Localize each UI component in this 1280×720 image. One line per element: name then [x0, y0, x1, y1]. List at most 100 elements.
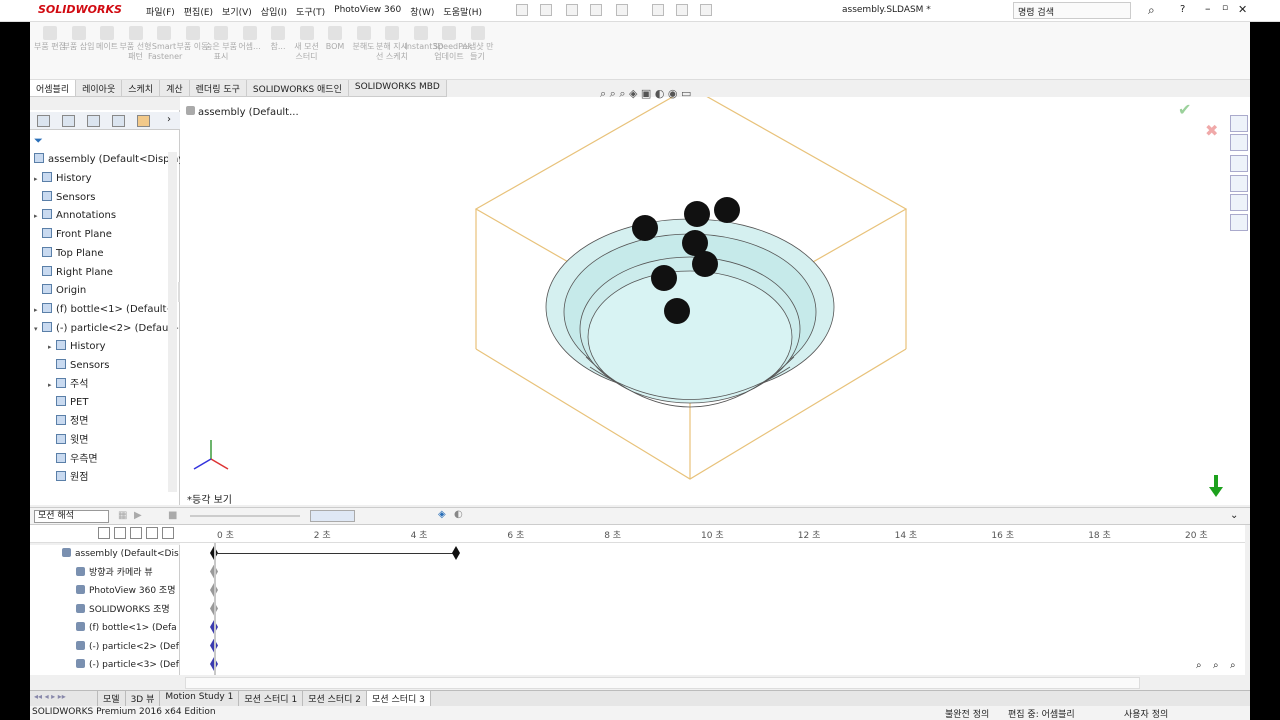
filter-driving-icon[interactable]: [114, 527, 126, 539]
dimxpert-tab-icon[interactable]: [112, 115, 125, 127]
command-button[interactable]: 새 모션 스터디: [291, 26, 323, 62]
menu-item[interactable]: 창(W): [410, 5, 434, 18]
print-icon[interactable]: [590, 4, 602, 16]
tree-item[interactable]: 우측면: [48, 451, 98, 469]
timeline[interactable]: [180, 543, 1245, 675]
tab[interactable]: 계산: [160, 80, 190, 96]
model-tab[interactable]: 모션 스터디 1: [239, 691, 304, 706]
motor-icon[interactable]: ◐: [454, 509, 463, 520]
tree-item[interactable]: Sensors: [34, 189, 96, 207]
filter-animated-icon[interactable]: [98, 527, 110, 539]
playback-slider[interactable]: [190, 515, 300, 517]
tab[interactable]: 렌더링 도구: [189, 80, 247, 96]
restore-icon[interactable]: ▫: [1222, 3, 1228, 13]
task-library-icon[interactable]: [1230, 155, 1248, 172]
tree-item[interactable]: ▸ (f) bottle<1> (Default<: [34, 301, 175, 319]
expand-icon[interactable]: ▸: [34, 301, 42, 319]
zoom-fit-icon[interactable]: ⌕: [1230, 660, 1236, 671]
command-button[interactable]: 참...: [262, 26, 294, 52]
options-icon[interactable]: [700, 4, 712, 16]
motion-tree-item[interactable]: (-) particle<3> (Def: [76, 656, 179, 674]
close-icon[interactable]: ✕: [1238, 3, 1247, 16]
duration-bar[interactable]: [214, 553, 456, 554]
collapse-icon[interactable]: ⌄: [1230, 510, 1238, 521]
expand-icon[interactable]: ▸: [48, 376, 56, 394]
tab[interactable]: SOLIDWORKS 애드인: [246, 80, 349, 96]
accept-icon[interactable]: ✔: [1178, 100, 1191, 119]
calculate-icon[interactable]: ▦: [118, 510, 127, 521]
select-icon[interactable]: [652, 4, 664, 16]
expand-icon[interactable]: ▸: [34, 207, 42, 225]
tree-item[interactable]: ▸ Annotations: [34, 207, 116, 225]
timeline-scrollbar[interactable]: [185, 677, 1140, 689]
command-search-input[interactable]: 명령 검색: [1013, 2, 1131, 19]
command-button[interactable]: 부품 선형 패턴: [120, 26, 152, 62]
tab[interactable]: SOLIDWORKS MBD: [348, 80, 447, 96]
tree-item[interactable]: Origin: [34, 282, 86, 300]
model-tab[interactable]: 모션 스터디 3: [367, 691, 431, 706]
model-tab[interactable]: Motion Study 1: [160, 691, 240, 706]
menu-item[interactable]: 편집(E): [184, 5, 213, 18]
model-tab[interactable]: 모션 스터디 2: [303, 691, 368, 706]
command-button[interactable]: 부품 편집: [34, 26, 66, 52]
configuration-manager-tab-icon[interactable]: [87, 115, 100, 127]
tree-item[interactable]: 원점: [48, 469, 88, 487]
command-button[interactable]: 부품 삽입: [63, 26, 95, 52]
open-icon[interactable]: [540, 4, 552, 16]
property-manager-tab-icon[interactable]: [62, 115, 75, 127]
expand-icon[interactable]: ▾: [34, 320, 42, 338]
command-button[interactable]: 숨은 부품 표시: [205, 26, 237, 62]
rebuild-icon[interactable]: [676, 4, 688, 16]
tree-item[interactable]: Sensors: [48, 357, 110, 375]
model-tab[interactable]: 3D 뷰: [126, 691, 161, 706]
tree-root[interactable]: assembly (Default<Display: [34, 151, 184, 169]
menu-item[interactable]: 도움말(H): [443, 5, 482, 18]
menu-item[interactable]: 삽입(I): [261, 5, 287, 18]
command-button[interactable]: BOM: [319, 26, 351, 52]
task-resources-icon[interactable]: [1230, 134, 1248, 151]
tree-item[interactable]: ▸ 주석: [48, 376, 88, 394]
study-type-select[interactable]: 모션 해석: [34, 510, 109, 523]
tree-item[interactable]: Front Plane: [34, 226, 112, 244]
save-icon[interactable]: [566, 4, 578, 16]
zoom-timeline-icon[interactable]: [162, 527, 174, 539]
command-button[interactable]: 스냅샷 만들기: [462, 26, 494, 62]
model-tab[interactable]: 모델: [98, 691, 126, 706]
keyframe-end[interactable]: [452, 546, 460, 560]
command-button[interactable]: 분해 지시선 스케치: [376, 26, 408, 62]
menu-item[interactable]: 파일(F): [146, 5, 175, 18]
tab-scroll-buttons[interactable]: ◂◂ ◂ ▸ ▸▸: [30, 691, 98, 706]
task-properties-icon[interactable]: [1230, 214, 1248, 231]
tree-scrollbar[interactable]: [168, 152, 177, 492]
motion-tree-item[interactable]: assembly (Default<Dis: [62, 545, 179, 563]
command-button[interactable]: Instant3D: [405, 26, 444, 52]
tree-item[interactable]: ▾ (-) particle<2> (Default-: [34, 320, 179, 338]
command-button[interactable]: 분해도: [348, 26, 380, 52]
tab[interactable]: 레이아웃: [76, 80, 123, 96]
autokey-icon[interactable]: ◈: [438, 509, 446, 520]
status-units[interactable]: 사용자 정의: [1124, 707, 1168, 720]
heads-up-toolbar[interactable]: ⌕ ⌕ ⌕ ◈ ▣ ◐ ◉ ▭: [600, 87, 691, 101]
solidworks-logo[interactable]: SOLIDWORKS: [38, 3, 122, 19]
task-home-icon[interactable]: [1230, 115, 1248, 132]
tree-item[interactable]: 정면: [48, 413, 88, 431]
new-doc-icon[interactable]: [516, 4, 528, 16]
cancel-icon[interactable]: ✖: [1205, 121, 1218, 140]
motion-tree-item[interactable]: PhotoView 360 조명: [76, 582, 176, 600]
filter-selected-icon[interactable]: [130, 527, 142, 539]
task-appearance-icon[interactable]: [1230, 194, 1248, 211]
minimize-icon[interactable]: –: [1205, 2, 1211, 15]
tree-item[interactable]: Right Plane: [34, 264, 113, 282]
playback-speed-select[interactable]: [310, 510, 355, 522]
tab[interactable]: 스케치: [122, 80, 161, 96]
zoom-in-icon[interactable]: ⌕: [1196, 660, 1202, 671]
zoom-out-icon[interactable]: ⌕: [1213, 660, 1219, 671]
tree-item[interactable]: 윗면: [48, 432, 88, 450]
display-manager-tab-icon[interactable]: [137, 115, 150, 127]
tree-item[interactable]: ▸ History: [48, 338, 106, 356]
command-button[interactable]: 어셈...: [234, 26, 266, 52]
filter-icon[interactable]: ⏷: [34, 134, 43, 148]
menu-item[interactable]: PhotoView 360: [334, 5, 401, 18]
motion-tree-item[interactable]: (-) particle<2> (Def: [76, 638, 179, 656]
menu-item[interactable]: 보기(V): [222, 5, 252, 18]
